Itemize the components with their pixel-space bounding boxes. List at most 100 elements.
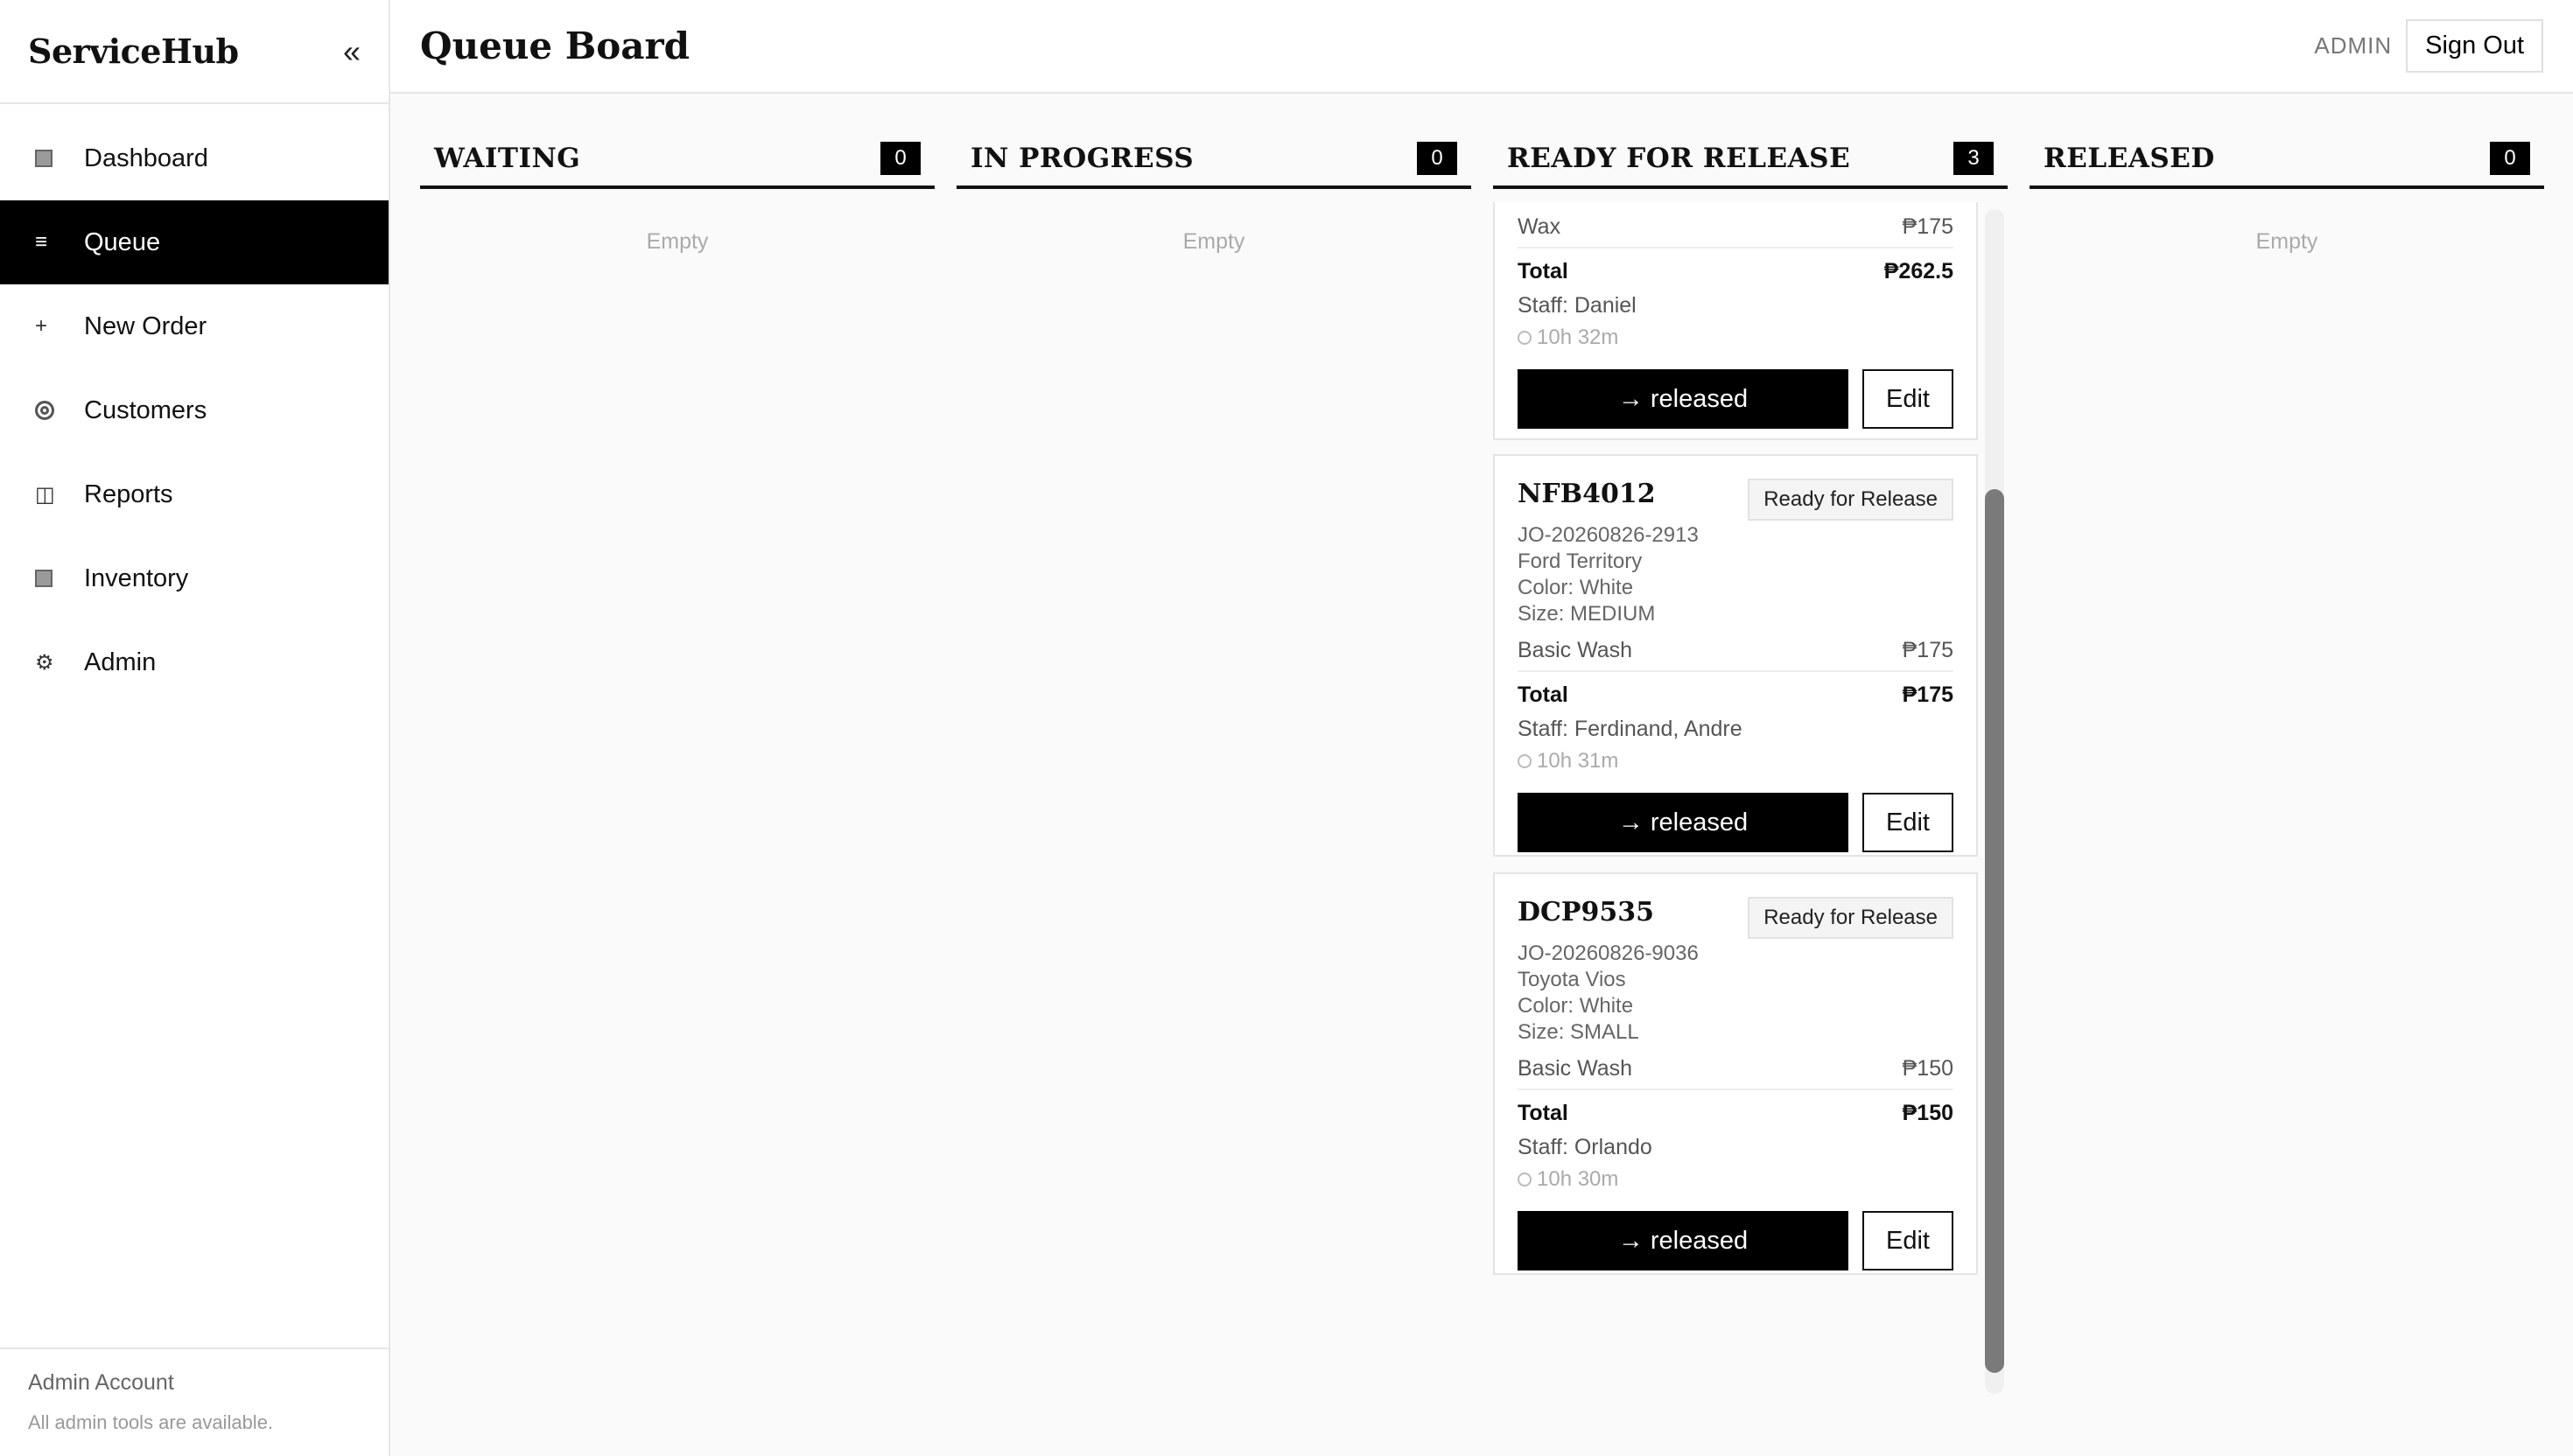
service-name: Basic Wash xyxy=(1518,1056,1633,1081)
account-title: Admin Account xyxy=(28,1370,174,1395)
user-role-label: ADMIN xyxy=(2314,32,2393,59)
header-actions: ADMIN Sign Out xyxy=(2314,19,2543,73)
total-amount: ₱150 xyxy=(1902,1101,1953,1125)
clock-icon xyxy=(1518,331,1532,345)
staff-label: Staff: Orlando xyxy=(1518,1135,1652,1159)
column-count-badge: 3 xyxy=(1953,142,1994,175)
inventory-icon xyxy=(35,570,84,587)
column-ready-for-release: READY FOR RELEASE 3 Wax ₱175 Total ₱262.… xyxy=(1493,131,2008,1394)
sidebar-item-customers[interactable]: Customers xyxy=(0,368,389,452)
total-amount: ₱175 xyxy=(1902,682,1953,707)
card-actions: → released Edit xyxy=(1518,793,1953,852)
column-count-badge: 0 xyxy=(880,142,921,175)
job-order-number: JO-20260826-9036 xyxy=(1518,942,1699,965)
sidebar-item-label: Reports xyxy=(84,480,173,508)
sidebar-item-label: New Order xyxy=(84,312,207,340)
elapsed-time: 10h 30m xyxy=(1518,1167,1953,1192)
sidebar-item-queue[interactable]: ≡ Queue xyxy=(0,200,389,284)
account-subtitle: All admin tools are available. xyxy=(28,1411,274,1433)
column-title: READY FOR RELEASE xyxy=(1507,143,1851,174)
customers-icon xyxy=(35,401,84,420)
mark-released-button[interactable]: → released xyxy=(1518,1211,1848,1270)
service-price: ₱150 xyxy=(1902,1056,1953,1081)
total-label: Total xyxy=(1518,682,1568,707)
total-amount: ₱262.5 xyxy=(1883,259,1953,284)
reports-icon: ◫ xyxy=(35,482,55,507)
job-order-number: JO-20260826-2913 xyxy=(1518,523,1699,547)
card-header: NFB4012 Ready for Release xyxy=(1518,479,1953,521)
column-released: RELEASED 0 Empty xyxy=(2030,131,2544,255)
vehicle-size: Size: MEDIUM xyxy=(1518,602,1656,626)
column-waiting: WAITING 0 Empty xyxy=(420,131,935,255)
total-label: Total xyxy=(1518,259,1568,284)
sidebar-item-label: Customers xyxy=(84,396,207,424)
collapse-sidebar-icon[interactable]: « xyxy=(343,33,361,70)
elapsed-value: 10h 30m xyxy=(1537,1167,1619,1191)
column-count-badge: 0 xyxy=(1417,142,1457,175)
card-actions: → released Edit xyxy=(1518,369,1953,429)
sidebar-item-label: Queue xyxy=(84,228,161,256)
clock-icon xyxy=(1518,754,1532,768)
sign-out-button[interactable]: Sign Out xyxy=(2406,19,2543,73)
column-count-badge: 0 xyxy=(2490,142,2530,175)
empty-state: Empty xyxy=(2255,229,2318,254)
job-card: DCP9535 Ready for Release JO-20260826-90… xyxy=(1493,872,1978,1275)
column-title: RELEASED xyxy=(2044,143,2215,174)
edit-button[interactable]: Edit xyxy=(1862,1211,1953,1270)
service-name: Basic Wash xyxy=(1518,638,1633,662)
total-line: Total ₱262.5 xyxy=(1518,259,1953,284)
service-line: Basic Wash ₱150 xyxy=(1518,1056,1953,1090)
scrollbar-thumb[interactable] xyxy=(1985,489,2004,1373)
sidebar-item-label: Inventory xyxy=(84,564,189,592)
vehicle-color: Color: White xyxy=(1518,576,1634,599)
vehicle-size: Size: SMALL xyxy=(1518,1020,1639,1044)
sidebar-nav: Dashboard ≡ Queue + New Order Customers … xyxy=(0,104,389,704)
total-line: Total ₱175 xyxy=(1518,682,1953,708)
vehicle-color: Color: White xyxy=(1518,994,1634,1018)
elapsed-time: 10h 32m xyxy=(1518,326,1953,350)
column-title: IN PROGRESS xyxy=(971,143,1195,174)
empty-state: Empty xyxy=(646,229,709,254)
column-header: READY FOR RELEASE 3 xyxy=(1493,131,2008,189)
sidebar-item-inventory[interactable]: Inventory xyxy=(0,536,389,620)
account-footer: Admin Account All admin tools are availa… xyxy=(0,1348,389,1456)
service-price: ₱175 xyxy=(1902,214,1953,239)
elapsed-value: 10h 32m xyxy=(1537,326,1619,349)
edit-button[interactable]: Edit xyxy=(1862,793,1953,852)
sidebar-item-dashboard[interactable]: Dashboard xyxy=(0,116,389,200)
elapsed-time: 10h 31m xyxy=(1518,749,1953,774)
queue-icon: ≡ xyxy=(35,230,48,254)
sidebar-item-new-order[interactable]: + New Order xyxy=(0,284,389,368)
status-badge: Ready for Release xyxy=(1748,897,1953,939)
sidebar: ServiceHub « Dashboard ≡ Queue + New Ord… xyxy=(0,0,390,1456)
total-line: Total ₱150 xyxy=(1518,1101,1953,1126)
card-header: DCP9535 Ready for Release xyxy=(1518,897,1953,939)
clock-icon xyxy=(1518,1172,1532,1186)
service-name: Wax xyxy=(1518,214,1561,239)
edit-button[interactable]: Edit xyxy=(1862,369,1953,429)
sidebar-item-admin[interactable]: ⚙ Admin xyxy=(0,620,389,704)
gear-icon: ⚙ xyxy=(35,650,54,675)
plus-icon: + xyxy=(35,314,48,338)
page-title: Queue Board xyxy=(420,24,690,67)
service-line: Wax ₱175 xyxy=(1518,214,1953,248)
mark-released-button[interactable]: → released xyxy=(1518,793,1848,852)
column-title: WAITING xyxy=(434,143,581,174)
sidebar-item-label: Admin xyxy=(84,648,157,676)
column-header: WAITING 0 xyxy=(420,131,935,189)
card-actions: → released Edit xyxy=(1518,1211,1953,1270)
job-card: Wax ₱175 Total ₱262.5 Staff: Daniel 10h … xyxy=(1493,202,1978,440)
staff-label: Staff: Ferdinand, Andre xyxy=(1518,717,1742,741)
total-label: Total xyxy=(1518,1101,1568,1125)
service-price: ₱175 xyxy=(1902,638,1953,662)
mark-released-button[interactable]: → released xyxy=(1518,369,1848,429)
status-badge: Ready for Release xyxy=(1748,479,1953,521)
card-list[interactable]: Wax ₱175 Total ₱262.5 Staff: Daniel 10h … xyxy=(1493,202,2008,1405)
empty-state: Empty xyxy=(1182,229,1245,254)
page-header: Queue Board ADMIN Sign Out xyxy=(390,0,2573,94)
elapsed-value: 10h 31m xyxy=(1537,749,1619,773)
job-card: NFB4012 Ready for Release JO-20260826-29… xyxy=(1493,454,1978,857)
staff-label: Staff: Daniel xyxy=(1518,293,1637,318)
brand-logo: ServiceHub xyxy=(28,32,239,71)
sidebar-item-reports[interactable]: ◫ Reports xyxy=(0,452,389,536)
